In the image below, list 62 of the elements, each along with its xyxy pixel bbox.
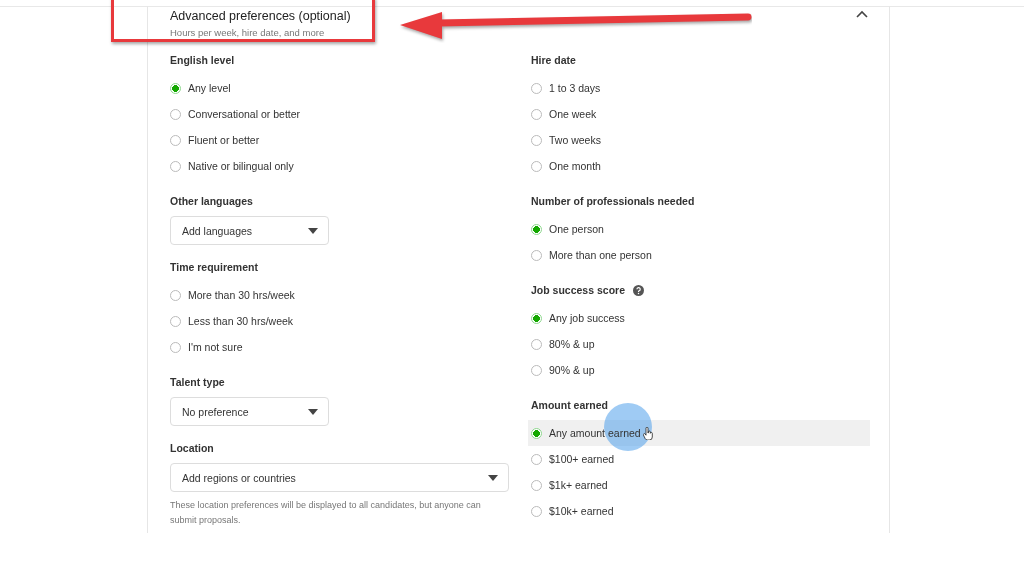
dropdown[interactable]: Add regions or countries (170, 463, 509, 492)
section-label: Talent type (170, 376, 225, 388)
option-label[interactable]: Fluent or better (188, 134, 260, 146)
radio-button[interactable] (531, 108, 542, 120)
radio-button[interactable] (170, 289, 181, 301)
radio-button[interactable] (170, 108, 181, 120)
option-label[interactable]: Two weeks (549, 134, 601, 146)
caret-icon (308, 227, 318, 234)
radio-button[interactable] (531, 82, 542, 94)
option-label[interactable]: Any level (188, 82, 231, 94)
radio-button[interactable] (170, 82, 181, 94)
radio-button[interactable] (531, 223, 542, 235)
help-icon[interactable] (633, 284, 644, 296)
section-label: Number of professionals needed (531, 195, 695, 207)
section-label: Amount earned (531, 399, 608, 411)
caret-icon (488, 474, 498, 481)
section-subtitle: Hours per week, hire date, and more (170, 27, 326, 39)
radio-button[interactable] (170, 134, 181, 146)
option-label[interactable]: $1k+ earned (549, 479, 608, 491)
option-label[interactable]: $100+ earned (549, 453, 615, 465)
hint-text: These location preferences will be displayed to all candidates, but anyone can submit proposals. (170, 499, 482, 527)
radio-button[interactable] (531, 134, 542, 146)
radio-button[interactable] (531, 505, 542, 517)
option-label[interactable]: Native or bilingual only (188, 160, 294, 172)
option-label[interactable]: Conversational or better (188, 108, 301, 120)
radio-button[interactable] (531, 312, 542, 324)
dropdown[interactable]: No preference (170, 397, 329, 426)
radio-button[interactable] (531, 427, 542, 439)
caret-icon (308, 408, 318, 415)
option-label[interactable]: Any amount earned (549, 427, 641, 439)
option-label[interactable]: 90% & up (549, 364, 595, 376)
radio-button[interactable] (531, 364, 542, 376)
section-label: Location (170, 442, 214, 454)
pointer-hand-icon (643, 427, 653, 440)
option-label[interactable]: I'm not sure (188, 341, 243, 353)
chevron-up-icon[interactable] (856, 10, 868, 18)
section-label: Job success score (531, 284, 625, 296)
radio-button[interactable] (531, 453, 542, 465)
section-label: Time requirement (170, 261, 258, 273)
dropdown[interactable]: Add languages (170, 216, 329, 245)
section-title[interactable]: Advanced preferences (optional) (170, 9, 351, 23)
section-label: Other languages (170, 195, 253, 207)
option-label[interactable]: 1 to 3 days (549, 82, 601, 94)
radio-button[interactable] (531, 479, 542, 491)
section-label: English level (170, 54, 235, 66)
section-label: Hire date (531, 54, 576, 66)
radio-option-hovered[interactable]: Any amount earned (528, 420, 870, 446)
radio-button[interactable] (531, 338, 542, 350)
option-label[interactable]: One week (549, 108, 597, 120)
radio-button[interactable] (531, 249, 542, 261)
radio-button[interactable] (170, 315, 181, 327)
option-label[interactable]: Any job success (549, 312, 625, 324)
radio-button[interactable] (170, 341, 181, 353)
radio-button[interactable] (531, 160, 542, 172)
option-label[interactable]: $10k+ earned (549, 505, 614, 517)
option-label[interactable]: One month (549, 160, 601, 172)
option-label[interactable]: More than one person (549, 249, 652, 261)
option-label[interactable]: Less than 30 hrs/week (188, 315, 294, 327)
option-label[interactable]: One person (549, 223, 604, 235)
radio-button[interactable] (170, 160, 181, 172)
option-label[interactable]: More than 30 hrs/week (188, 289, 295, 301)
option-label[interactable]: 80% & up (549, 338, 595, 350)
